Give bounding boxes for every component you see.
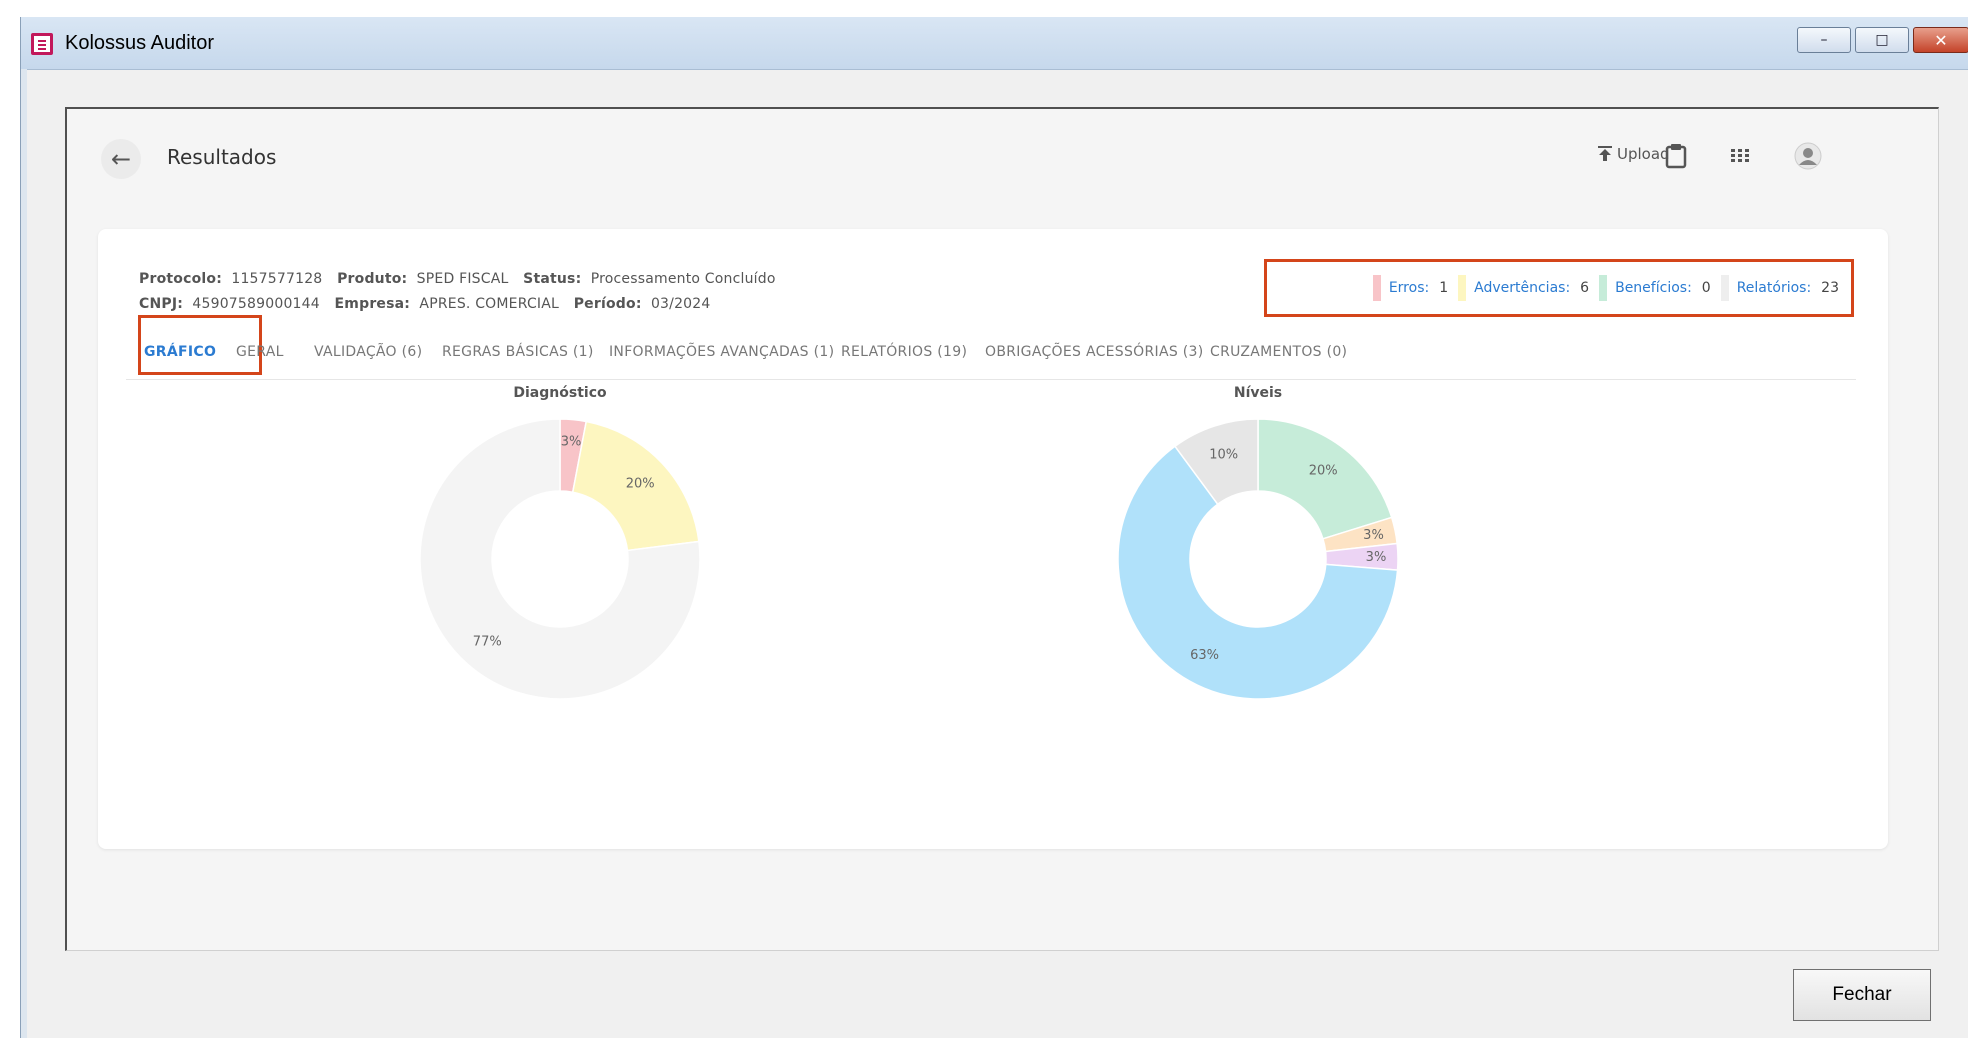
summary-relatorios[interactable]: Relatórios: 23 <box>1720 275 1839 301</box>
chart1-slice-0[interactable] <box>1257 418 1393 540</box>
tab-regras-basicas-label: REGRAS BÁSICAS (1) <box>442 344 594 360</box>
chart-niveis: 20% 3% 3% 63% 10% <box>1117 418 1399 700</box>
advertencias-label: Advertências: <box>1474 280 1571 296</box>
window-edge <box>21 69 27 1038</box>
tab-relatorios[interactable]: RELATÓRIOS (19) <box>841 325 967 379</box>
chart-diagnostico: 3% 20% 77% <box>419 418 701 700</box>
app-logo-icon <box>31 33 53 55</box>
summary-erros[interactable]: Erros: 1 <box>1372 275 1449 301</box>
user-avatar-icon[interactable] <box>1793 141 1823 171</box>
maximize-button[interactable]: □ <box>1855 27 1909 53</box>
protocolo-value: 1157577128 <box>231 271 323 287</box>
fechar-button[interactable]: Fechar <box>1793 969 1931 1021</box>
tab-geral[interactable]: GERAL <box>236 325 284 379</box>
upload-icon <box>1598 146 1612 161</box>
cnpj-value: 45907589000144 <box>192 296 320 312</box>
tab-grafico[interactable]: GRÁFICO <box>138 315 262 379</box>
tab-geral-label: GERAL <box>236 344 284 360</box>
periodo-label: Período: <box>573 296 642 312</box>
page-title: Resultados <box>167 145 277 169</box>
window-title: Kolossus Auditor <box>65 32 214 54</box>
protocolo-label: Protocolo: <box>139 271 223 287</box>
chart-diagnostico-title: Diagnóstico <box>513 385 607 401</box>
title-bar: Kolossus Auditor – □ ✕ <box>21 17 1968 70</box>
summary-advertencias[interactable]: Advertências: 6 <box>1458 275 1589 301</box>
page-header: ← Resultados Upload <box>67 109 1938 209</box>
relatorios-label: Relatórios: <box>1736 280 1812 296</box>
advertencias-swatch <box>1458 275 1467 301</box>
arrow-left-icon: ← <box>110 145 132 173</box>
tab-informacoes-avancadas[interactable]: INFORMAÇÕES AVANÇADAS (1) <box>609 325 834 379</box>
clipboard-icon[interactable] <box>1661 141 1691 171</box>
erros-label: Erros: <box>1388 280 1430 296</box>
beneficios-count: 0 <box>1701 280 1711 296</box>
erros-swatch <box>1372 275 1381 301</box>
tab-regras-basicas[interactable]: REGRAS BÁSICAS (1) <box>442 325 594 379</box>
produto-label: Produto: <box>337 271 408 287</box>
advertencias-count: 6 <box>1580 280 1590 296</box>
empresa-label: Empresa: <box>334 296 411 312</box>
chart0-slice-label-1: 20% <box>626 477 655 492</box>
chart1-slice-label-1: 3% <box>1363 528 1384 543</box>
upload-button[interactable]: Upload <box>1597 145 1670 163</box>
chart1-slice-label-4: 10% <box>1209 447 1238 462</box>
tab-cruzamentos-label: CRUZAMENTOS (0) <box>1210 344 1348 360</box>
chart0-slice-label-0: 3% <box>561 435 582 450</box>
app-window: Kolossus Auditor – □ ✕ ← Resultados Uplo… <box>20 17 1968 1038</box>
summary-counts: Erros: 1 Advertências: 6 Benefícios: 0 R… <box>1264 259 1854 317</box>
tab-obrigacoes-acessorias[interactable]: OBRIGAÇÕES ACESSÓRIAS (3) <box>985 325 1203 379</box>
periodo-value: 03/2024 <box>650 296 711 312</box>
summary-beneficios[interactable]: Benefícios: 0 <box>1599 275 1711 301</box>
chart1-slice-label-3: 63% <box>1190 648 1219 663</box>
back-button[interactable]: ← <box>101 139 141 179</box>
embedded-web-view: ← Resultados Upload Protocolo: 115757712… <box>65 107 1939 951</box>
chart1-slice-label-2: 3% <box>1366 550 1387 565</box>
submission-info: Protocolo: 1157577128 Produto: SPED FISC… <box>139 267 776 317</box>
tab-relatorios-label: RELATÓRIOS (19) <box>841 344 968 360</box>
chart0-slice-label-2: 77% <box>473 635 502 650</box>
result-tabs: GRÁFICO GERAL VALIDAÇÃO (6) REGRAS BÁSIC… <box>126 315 1856 380</box>
status-label: Status: <box>523 271 582 287</box>
tab-cruzamentos[interactable]: CRUZAMENTOS (0) <box>1210 325 1347 379</box>
tab-obrigacoes-acessorias-label: OBRIGAÇÕES ACESSÓRIAS (3) <box>985 344 1204 360</box>
minimize-button[interactable]: – <box>1797 27 1851 53</box>
tab-validacao[interactable]: VALIDAÇÃO (6) <box>314 325 422 379</box>
results-card: Protocolo: 1157577128 Produto: SPED FISC… <box>98 229 1888 849</box>
relatorios-count: 23 <box>1821 280 1839 296</box>
cnpj-label: CNPJ: <box>139 296 184 312</box>
chart1-slice-label-0: 20% <box>1309 463 1338 478</box>
beneficios-swatch <box>1599 275 1608 301</box>
tab-informacoes-avancadas-label: INFORMAÇÕES AVANÇADAS (1) <box>609 344 835 360</box>
tab-validacao-label: VALIDAÇÃO (6) <box>314 344 423 360</box>
empresa-value: APRES. COMERCIAL <box>419 296 560 312</box>
apps-grid-icon[interactable] <box>1725 141 1755 171</box>
close-window-button[interactable]: ✕ <box>1913 27 1968 53</box>
chart-niveis-title: Níveis <box>1233 385 1283 401</box>
relatorios-swatch <box>1720 275 1729 301</box>
beneficios-label: Benefícios: <box>1615 280 1692 296</box>
status-value: Processamento Concluído <box>590 271 776 287</box>
produto-value: SPED FISCAL <box>416 271 509 287</box>
erros-count: 1 <box>1439 280 1449 296</box>
